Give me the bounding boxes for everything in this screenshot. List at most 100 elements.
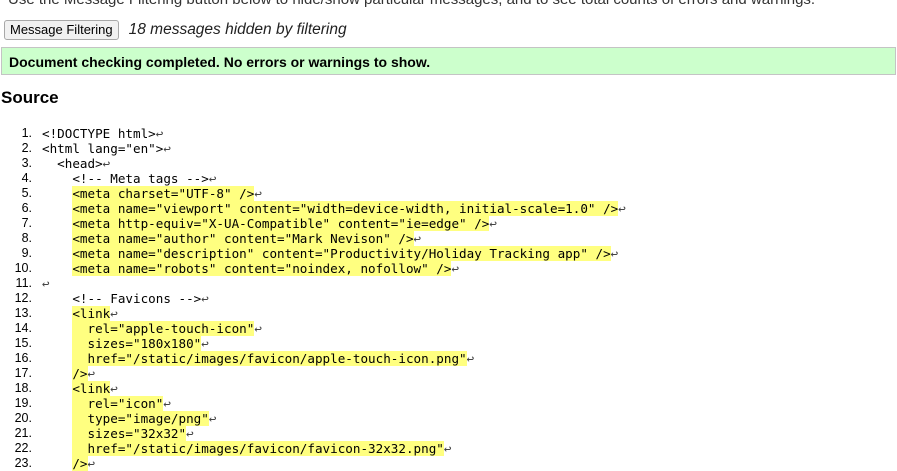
highlighted-code: rel="apple-touch-icon" — [72, 321, 255, 336]
line-number: 8. — [21, 231, 32, 245]
highlighted-code: sizes="32x32" — [72, 426, 187, 441]
line-number: 10. — [14, 261, 32, 275]
intro-text: Use the Message Filtering button below t… — [8, 0, 815, 9]
line-code: sizes="180x180"↩ — [42, 336, 209, 351]
highlighted-code: <link — [72, 381, 111, 396]
highlighted-code: <link — [72, 306, 111, 321]
highlighted-code: <meta http-equiv="X-UA-Compatible" conte… — [72, 216, 490, 231]
source-line: 19. rel="icon"↩ — [0, 396, 897, 411]
code-text: <head> — [57, 156, 103, 171]
source-line: 8. <meta name="author" content="Mark Nev… — [0, 231, 897, 246]
line-code: <meta http-equiv="X-UA-Compatible" conte… — [42, 216, 497, 231]
line-number: 11. — [15, 276, 32, 290]
line-end-icon: ↩ — [163, 396, 171, 411]
line-number: 15. — [14, 336, 32, 350]
highlighted-code: href="/static/images/favicon/apple-touch… — [72, 351, 467, 366]
line-number: 18. — [14, 381, 32, 395]
line-end-icon: ↩ — [201, 291, 209, 306]
source-line: 23. />↩ — [0, 456, 897, 471]
line-end-icon: ↩ — [489, 216, 497, 231]
line-code: href="/static/images/favicon/apple-touch… — [42, 351, 474, 366]
code-text: <!DOCTYPE html> — [42, 126, 156, 141]
line-number: 23. — [14, 456, 32, 470]
line-code: <!-- Meta tags -->↩ — [42, 171, 216, 186]
source-heading: Source — [1, 88, 59, 107]
message-filter-bar: Message Filtering 18 messages hidden by … — [4, 19, 347, 41]
source-line: 18. <link↩ — [0, 381, 897, 396]
line-number: 2. — [21, 141, 32, 155]
highlighted-code: <meta name="description" content="Produc… — [72, 246, 611, 261]
line-code: <meta charset="UTF-8" />↩ — [42, 186, 262, 201]
line-code: <!DOCTYPE html>↩ — [42, 126, 163, 141]
hidden-messages-count: 18 messages hidden by filtering — [128, 21, 347, 38]
source-line: 13. <link↩ — [0, 306, 897, 321]
line-end-icon: ↩ — [42, 276, 50, 291]
line-end-icon: ↩ — [110, 381, 118, 396]
line-end-icon: ↩ — [413, 231, 422, 246]
line-end-icon: ↩ — [254, 321, 262, 336]
line-code: rel="icon"↩ — [42, 396, 171, 411]
line-number: 13. — [14, 306, 32, 320]
line-end-icon: ↩ — [618, 201, 626, 216]
line-code: />↩ — [42, 366, 95, 381]
line-end-icon: ↩ — [451, 261, 460, 276]
line-code: <meta name="description" content="Produc… — [42, 246, 618, 261]
source-line: 21. sizes="32x32"↩ — [0, 426, 897, 441]
highlighted-code: <meta name="robots" content="noindex, no… — [72, 261, 452, 276]
highlighted-code: /> — [72, 366, 88, 381]
code-text: <!-- Meta tags --> — [72, 171, 209, 186]
line-number: 17. — [14, 366, 32, 380]
line-end-icon: ↩ — [254, 186, 262, 201]
highlighted-code: <meta name="viewport" content="width=dev… — [72, 201, 619, 216]
line-end-icon: ↩ — [186, 426, 194, 441]
line-code: href="/static/images/favicon/favicon-32x… — [42, 441, 451, 456]
source-line: 16. href="/static/images/favicon/apple-t… — [0, 351, 897, 366]
line-end-icon: ↩ — [208, 171, 217, 186]
line-number: 6. — [21, 201, 32, 215]
line-end-icon: ↩ — [155, 126, 164, 141]
line-code: <meta name="viewport" content="width=dev… — [42, 201, 626, 216]
line-end-icon: ↩ — [610, 246, 619, 261]
source-line: 20. type="image/png"↩ — [0, 411, 897, 426]
source-line: 1. <!DOCTYPE html>↩ — [0, 126, 897, 141]
source-line: 2. <html lang="en">↩ — [0, 141, 897, 156]
line-code: <meta name="robots" content="noindex, no… — [42, 261, 459, 276]
source-line: 6. <meta name="viewport" content="width=… — [0, 201, 897, 216]
line-number: 22. — [14, 441, 32, 455]
source-line: 17. />↩ — [0, 366, 897, 381]
highlighted-code: <meta charset="UTF-8" /> — [72, 186, 255, 201]
highlighted-code: /> — [72, 456, 88, 471]
source-line: 9. <meta name="description" content="Pro… — [0, 246, 897, 261]
source-line: 14. rel="apple-touch-icon"↩ — [0, 321, 897, 336]
line-number: 16. — [14, 351, 32, 365]
highlighted-code: <meta name="author" content="Mark Neviso… — [72, 231, 414, 246]
message-filtering-button[interactable]: Message Filtering — [4, 20, 119, 40]
line-code: <head>↩ — [42, 156, 110, 171]
highlighted-code: rel="icon" — [72, 396, 164, 411]
line-number: 12. — [14, 291, 32, 305]
line-code: <meta name="author" content="Mark Neviso… — [42, 231, 421, 246]
line-end-icon: ↩ — [102, 156, 111, 171]
line-code: <!-- Favicons -->↩ — [42, 291, 209, 306]
source-listing: 1. <!DOCTYPE html>↩ 2. <html lang="en">↩ 3. … — [0, 126, 897, 471]
source-line: 10. <meta name="robots" content="noindex… — [0, 261, 897, 276]
line-number: 20. — [14, 411, 32, 425]
